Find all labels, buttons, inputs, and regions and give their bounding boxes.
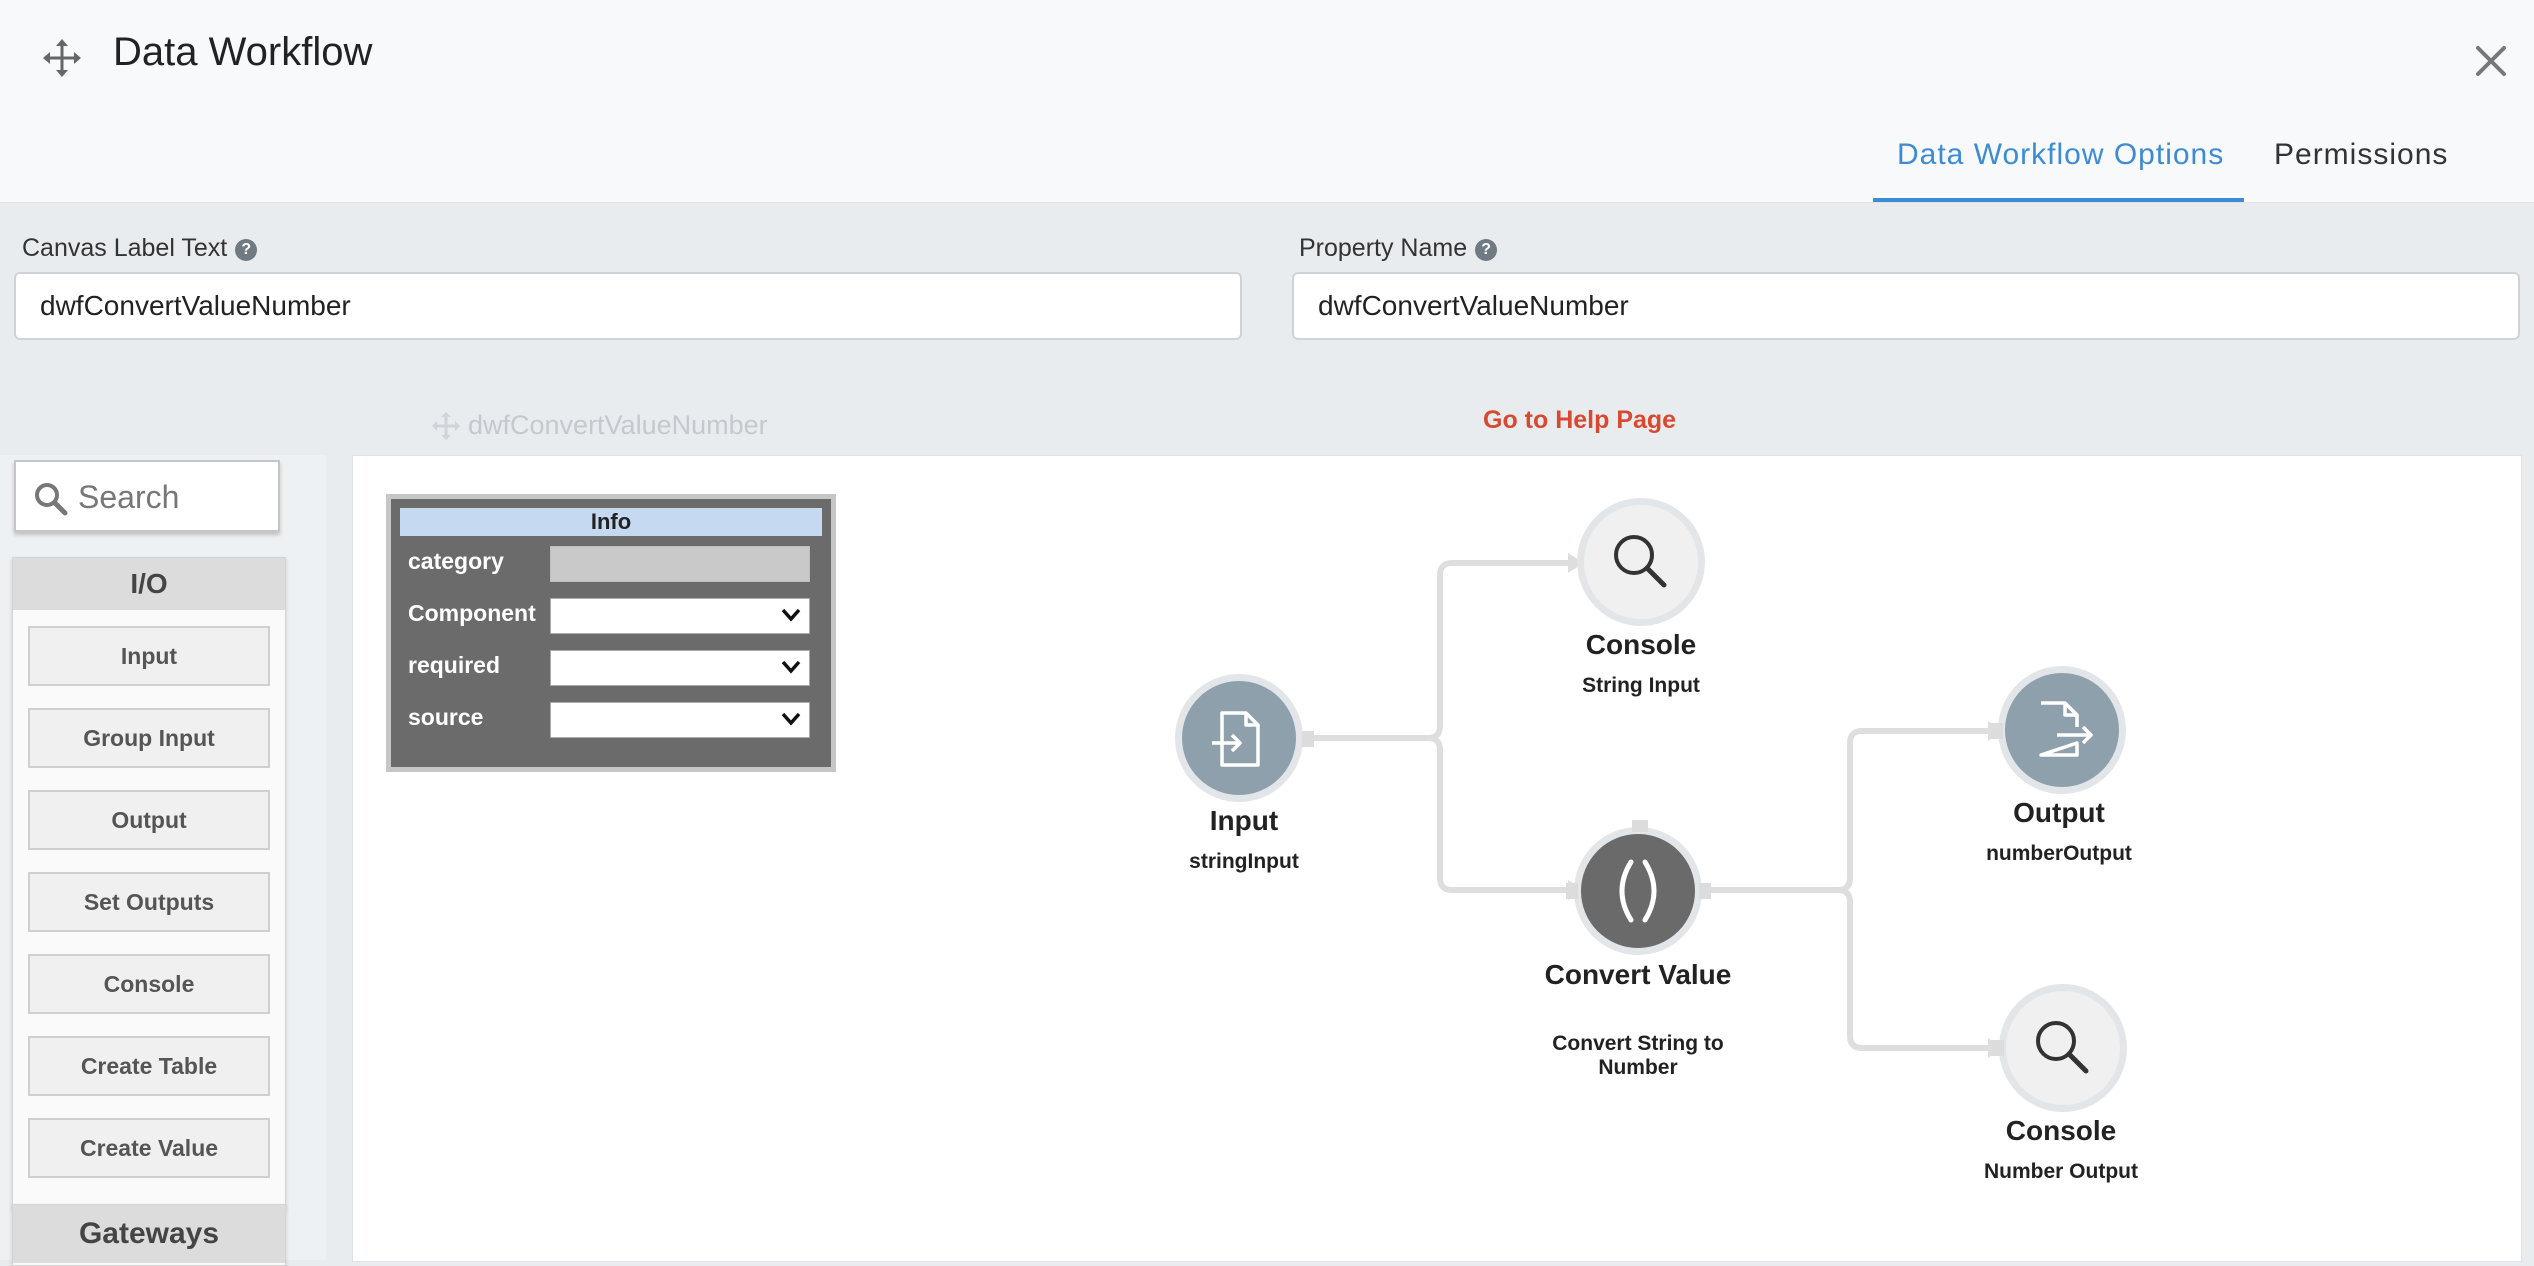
magnifier-icon — [2036, 1021, 2089, 1074]
node-input[interactable] — [1175, 674, 1303, 802]
input-port[interactable] — [1992, 1040, 2004, 1056]
node-console-subtitle: Number Output — [1984, 1160, 2138, 1183]
node-console-subtitle: String Input — [1582, 674, 1700, 697]
node-convert-subtitle: Convert String to Number — [1552, 1032, 1724, 1079]
node-input-title: Input — [1209, 805, 1279, 836]
node-convert-value[interactable] — [1574, 827, 1702, 955]
output-port[interactable] — [1302, 731, 1314, 747]
node-console-number-output[interactable] — [1999, 984, 2127, 1112]
workflow-connections — [1306, 553, 2004, 1058]
node-output-subtitle: numberOutput — [1986, 842, 2132, 865]
node-console-title: Console — [1585, 629, 1697, 660]
node-console-title: Console — [2005, 1115, 2117, 1146]
input-port[interactable] — [1566, 883, 1578, 899]
file-import-icon — [1212, 711, 1260, 767]
node-output-title: Output — [2013, 797, 2105, 828]
node-console-string-input[interactable] — [1577, 498, 1705, 626]
output-port[interactable] — [1699, 883, 1711, 899]
magnifier-icon — [1614, 535, 1667, 588]
node-input-subtitle: stringInput — [1189, 850, 1299, 873]
file-export-icon — [2039, 701, 2093, 757]
parentheses-icon — [1619, 859, 1657, 923]
top-port[interactable] — [1632, 820, 1648, 832]
input-port[interactable] — [1991, 723, 2003, 739]
node-convert-title: Convert Value — [1544, 959, 1732, 990]
node-output[interactable] — [1998, 666, 2126, 794]
